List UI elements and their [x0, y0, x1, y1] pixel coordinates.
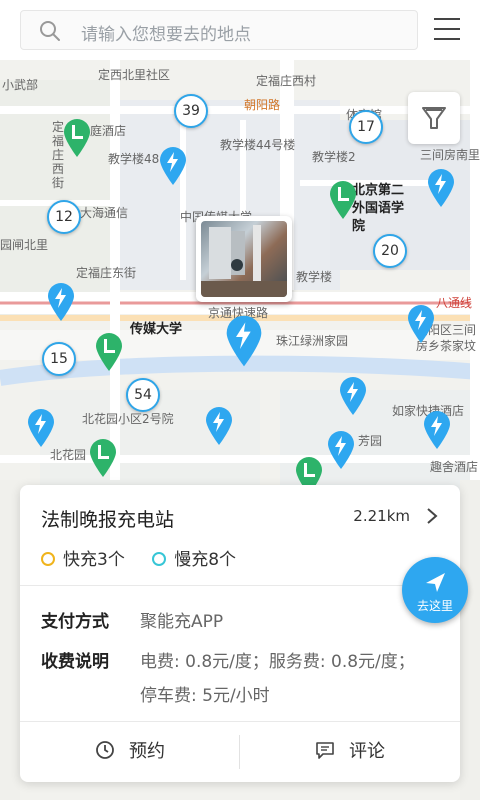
station-cluster[interactable]: 12	[47, 200, 81, 234]
poi-label: 教学楼44号楼	[220, 138, 296, 152]
charging-pin[interactable]	[422, 410, 452, 450]
station-cluster[interactable]: 54	[126, 378, 160, 412]
poi-label: 庭酒店	[90, 124, 127, 138]
poi-label: 教学楼2	[312, 150, 356, 164]
payment-label: 支付方式	[41, 612, 109, 632]
search-placeholder: 请输入您想要去的地点	[81, 25, 251, 45]
parking-pin[interactable]	[328, 180, 358, 220]
poi-label: 三间房南里	[420, 148, 480, 162]
comment-icon	[316, 742, 334, 759]
payment-value: 聚能充APP	[140, 612, 224, 632]
poi-label: 教学楼	[296, 270, 333, 284]
charging-pin[interactable]	[338, 376, 368, 416]
fee-label: 收费说明	[41, 652, 109, 672]
charger-legend: 快充3个 慢充8个	[41, 545, 258, 570]
parking-pin[interactable]	[88, 438, 118, 478]
reserve-button[interactable]: 预约	[20, 721, 240, 782]
slow-charge-count: 慢充8个	[174, 550, 237, 570]
charging-pin[interactable]	[204, 406, 234, 446]
station-cluster[interactable]: 17	[349, 110, 383, 144]
poi-label: 大海通信	[80, 206, 129, 220]
fast-charge-icon	[41, 552, 55, 566]
navigate-arrow-icon	[426, 573, 445, 592]
station-card: 法制晚报充电站 2.21km 快充3个 慢充8个 支付方式 聚能充APP 收费说…	[20, 485, 468, 782]
filter-button[interactable]	[408, 92, 460, 144]
comment-button[interactable]: 评论	[240, 721, 460, 782]
chevron-right-icon[interactable]	[426, 507, 438, 525]
poi-label: 珠江绿洲家园	[276, 334, 349, 348]
poi-label: 传媒大学	[130, 322, 183, 337]
station-photo-bubble[interactable]	[196, 216, 292, 302]
charging-pin[interactable]	[406, 304, 436, 344]
search-input[interactable]: 请输入您想要去的地点	[20, 10, 418, 50]
filter-icon	[422, 107, 446, 129]
poi-label: 教学楼48	[108, 152, 160, 166]
poi-label: 小武部	[2, 78, 39, 92]
divider	[20, 585, 460, 586]
poi-label: 园闸北里	[0, 238, 49, 252]
charging-pin[interactable]	[326, 430, 356, 470]
poi-label: 趣舍酒店	[430, 460, 479, 474]
charging-pin[interactable]	[158, 146, 188, 186]
parking-pin[interactable]	[62, 118, 92, 158]
card-actions: 预约 评论	[20, 721, 460, 782]
slow-charge-icon	[152, 552, 167, 566]
poi-label: 北京第二外国语学院	[352, 183, 405, 234]
poi-label: 八通线	[436, 296, 473, 310]
poi-label: 芳园	[358, 434, 383, 448]
search-icon	[40, 21, 60, 41]
charging-pin[interactable]	[26, 408, 56, 448]
selected-charging-pin[interactable]	[224, 314, 264, 368]
station-photo	[201, 221, 287, 297]
fee-line-2: 停车费: 5元/小时	[140, 686, 270, 706]
poi-label: 朝阳路	[244, 98, 281, 112]
fast-charge-count: 快充3个	[63, 550, 125, 570]
station-cluster[interactable]: 39	[174, 94, 208, 128]
reserve-label: 预约	[129, 741, 165, 762]
poi-label: 定福庄东街	[76, 266, 137, 280]
navigate-label: 去这里	[416, 599, 453, 613]
top-bar: 请输入您想要去的地点	[0, 0, 480, 60]
poi-label: 北花园	[50, 448, 87, 462]
comment-label: 评论	[349, 741, 385, 762]
clock-icon	[96, 741, 114, 759]
parking-pin[interactable]	[94, 332, 124, 372]
fee-line-1: 电费: 0.8元/度；服务费: 0.8元/度；	[140, 652, 415, 672]
station-name: 法制晚报充电站	[41, 509, 175, 531]
station-distance: 2.21km	[353, 507, 410, 525]
charging-pin[interactable]	[46, 282, 76, 322]
station-cluster[interactable]: 15	[42, 342, 76, 376]
station-cluster[interactable]: 20	[373, 234, 407, 268]
poi-label: 定西北里社区	[98, 68, 171, 82]
poi-label: 定福庄西村	[256, 74, 317, 88]
navigate-button[interactable]: 去这里	[402, 557, 468, 623]
poi-label: 北花园小区2号院	[82, 412, 174, 426]
menu-icon[interactable]	[434, 18, 460, 40]
charging-pin[interactable]	[426, 168, 456, 208]
